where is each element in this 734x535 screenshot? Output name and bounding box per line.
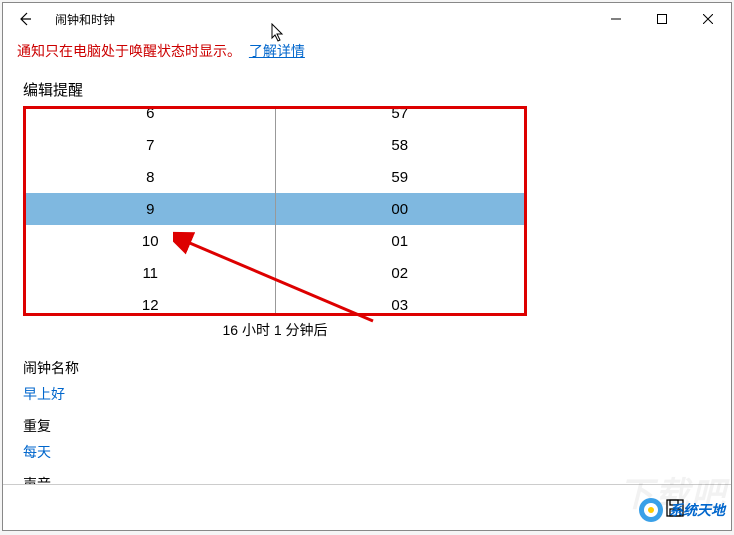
back-button[interactable] — [3, 3, 47, 35]
minute-picker-column[interactable]: 57585900010203 — [275, 109, 525, 313]
hour-option[interactable]: 12 — [26, 289, 275, 316]
minute-option[interactable]: 03 — [276, 289, 525, 316]
maximize-icon — [657, 14, 667, 24]
hour-picker-column[interactable]: 6789101112 — [26, 109, 275, 313]
minute-option[interactable]: 57 — [276, 106, 525, 129]
repeat-value[interactable]: 每天 — [23, 442, 711, 462]
learn-more-link[interactable]: 了解详情 — [249, 43, 305, 59]
minimize-icon — [611, 14, 621, 24]
alarm-name-label: 闹钟名称 — [23, 358, 711, 378]
close-button[interactable] — [685, 3, 731, 35]
minute-option[interactable]: 02 — [276, 257, 525, 289]
maximize-button[interactable] — [639, 3, 685, 35]
back-arrow-icon — [17, 11, 33, 27]
hour-option[interactable]: 11 — [26, 257, 275, 289]
minute-option[interactable]: 01 — [276, 225, 525, 257]
watermark-brand-text: 系统天地 — [669, 500, 725, 520]
watermark: 系统天地 — [637, 496, 725, 524]
minimize-button[interactable] — [593, 3, 639, 35]
editor-title: 编辑提醒 — [23, 79, 711, 100]
minute-option[interactable]: 58 — [276, 129, 525, 161]
window-title: 闹钟和时钟 — [55, 11, 115, 28]
close-icon — [703, 14, 713, 24]
alarm-name-value[interactable]: 早上好 — [23, 384, 711, 404]
notification-text: 通知只在电脑处于唤醒状态时显示。 — [17, 43, 241, 59]
repeat-label: 重复 — [23, 416, 711, 436]
watermark-logo-icon — [637, 496, 665, 524]
time-picker: 6789101112 57585900010203 — [23, 106, 527, 316]
minute-option[interactable]: 00 — [276, 193, 525, 225]
hour-option[interactable]: 8 — [26, 161, 275, 193]
notification-bar: 通知只在电脑处于唤醒状态时显示。 了解详情 — [3, 35, 731, 67]
hour-option[interactable]: 10 — [26, 225, 275, 257]
time-remaining-label: 16 小时 1 分钟后 — [23, 320, 527, 340]
hour-option[interactable]: 7 — [26, 129, 275, 161]
titlebar: 闹钟和时钟 — [3, 3, 731, 35]
hour-option[interactable]: 6 — [26, 106, 275, 129]
minute-option[interactable]: 59 — [276, 161, 525, 193]
hour-option[interactable]: 9 — [26, 193, 275, 225]
